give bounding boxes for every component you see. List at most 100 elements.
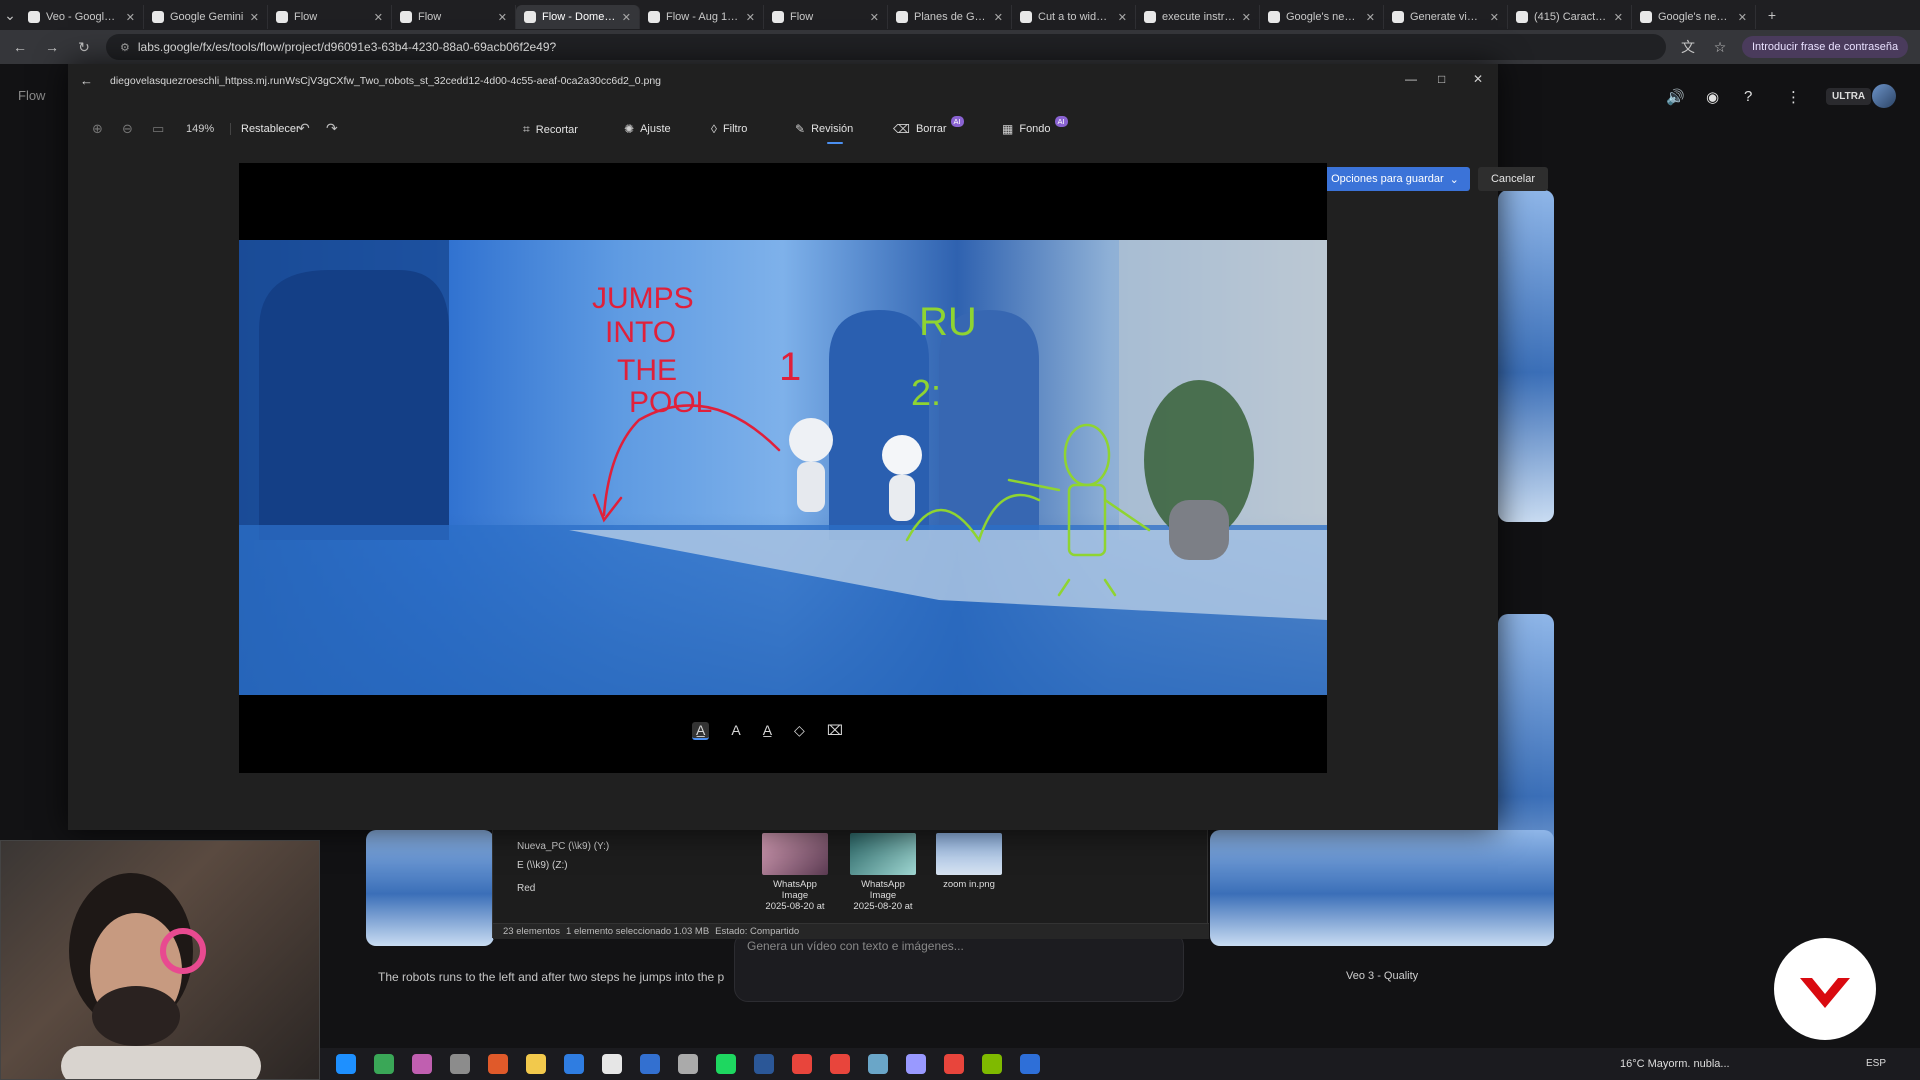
fit-view-icon[interactable]: ▭ [152,121,164,137]
highlighter-icon[interactable]: A̲ [763,722,772,740]
taskbar-app-icon[interactable] [678,1054,698,1074]
model-selector[interactable]: Veo 3 - Quality [1346,970,1418,982]
browser-tab[interactable]: Generate videos ✕ [1384,5,1508,29]
more-options-icon[interactable]: ⋮ [1786,88,1801,106]
browser-tab[interactable]: Google's new fea ✕ [1260,5,1384,29]
browser-tab[interactable]: (415) Característi ✕ [1508,5,1632,29]
file-item[interactable]: WhatsApp Image 2025-08-20 at [845,833,921,912]
close-icon[interactable]: ✕ [1473,72,1483,86]
taskbar-app-icon[interactable] [716,1054,736,1074]
maximize-icon[interactable]: □ [1438,72,1445,86]
browser-tab[interactable]: Flow - Domestik ✕ [516,5,640,29]
tab-close-icon[interactable]: ✕ [1366,11,1375,24]
taskbar-app-icon[interactable] [982,1054,1002,1074]
browser-tab[interactable]: Flow ✕ [764,5,888,29]
browser-tab[interactable]: Flow - Aug 12 - ✕ [640,5,764,29]
tab-close-icon[interactable]: ✕ [622,11,631,24]
url-field[interactable]: ⚙ labs.google/fx/es/tools/flow/project/d… [106,34,1666,60]
tab-close-icon[interactable]: ✕ [870,11,879,24]
zoom-level[interactable]: 149% [186,123,214,135]
taskbar-app-icon[interactable] [564,1054,584,1074]
zoom-out-icon[interactable]: ⊖ [122,121,133,137]
adjust-button[interactable]: ✺ Ajuste [624,122,671,136]
video-thumbnail[interactable] [366,830,494,946]
taskbar-app-icon[interactable] [1020,1054,1040,1074]
taskbar-app-icon[interactable] [792,1054,812,1074]
generate-prompt-box[interactable]: Genera un vídeo con texto e imágenes... [734,932,1184,1002]
redo-icon[interactable]: ↷ [326,120,338,137]
tab-close-icon[interactable]: ✕ [498,11,507,24]
taskbar-app-icon[interactable] [906,1054,926,1074]
taskbar-app-icon[interactable] [868,1054,888,1074]
cancel-button[interactable]: Cancelar [1478,167,1548,191]
help-icon[interactable]: ? [1744,88,1752,105]
drive-item[interactable]: Red [517,883,535,894]
reset-button[interactable]: Restablecer [230,123,300,135]
taskbar-app-icon[interactable] [944,1054,964,1074]
pencil-icon[interactable]: A [731,722,740,740]
video-thumbnail[interactable] [1498,190,1554,522]
app-brand[interactable]: Flow [18,88,45,103]
minimize-icon[interactable]: — [1405,72,1417,86]
clear-all-icon[interactable]: ⌧ [827,722,843,740]
undo-icon[interactable]: ↶ [298,120,310,137]
taskbar-app-icon[interactable] [374,1054,394,1074]
discord-icon[interactable]: ◉ [1706,88,1719,106]
file-item[interactable]: zoom in.png [931,833,1007,890]
tab-close-icon[interactable]: ✕ [1242,11,1251,24]
taskbar-app-icon[interactable] [412,1054,432,1074]
markup-button[interactable]: ✎ Revisión [795,122,853,136]
browser-tab[interactable]: Planes de Google ✕ [888,5,1012,29]
speaker-icon[interactable]: 🔊 [1666,88,1685,106]
avatar[interactable] [1872,84,1896,108]
tab-search-icon[interactable]: ⌄ [0,7,20,24]
zoom-in-icon[interactable]: ⊕ [92,121,103,137]
filter-button[interactable]: ◊ Filtro [711,122,747,136]
translate-icon[interactable]: 文 [1678,37,1698,57]
tab-close-icon[interactable]: ✕ [374,11,383,24]
tab-close-icon[interactable]: ✕ [1490,11,1499,24]
crop-button[interactable]: ⌗ Recortar [523,122,578,137]
erase-button[interactable]: ⌫ Borrar AI [893,115,964,136]
tab-close-icon[interactable]: ✕ [1118,11,1127,24]
browser-tab[interactable]: Flow ✕ [392,5,516,29]
taskbar-app-icon[interactable] [336,1054,356,1074]
drive-item[interactable]: E (\\k9) (Z:) [517,860,568,871]
new-tab-icon[interactable]: + [1762,7,1782,23]
taskbar-app-icon[interactable] [640,1054,660,1074]
tab-close-icon[interactable]: ✕ [126,11,135,24]
drive-item[interactable]: Nueva_PC (\\k9) (Y:) [517,841,609,852]
browser-tab[interactable]: Cut a to wide op ✕ [1012,5,1136,29]
browser-tab[interactable]: Google Gemini ✕ [144,5,268,29]
taskbar-app-icon[interactable] [754,1054,774,1074]
language-indicator[interactable]: ESP [1866,1058,1886,1069]
browser-tab[interactable]: execute instructi ✕ [1136,5,1260,29]
image-canvas[interactable]: JUMPS INTO THE POOL 1 RU 2: [239,163,1327,773]
ballpoint-pen-icon[interactable]: A̲ [692,722,710,740]
weather-widget[interactable]: 16°C Mayorm. nubla... [1620,1058,1730,1070]
forward-icon[interactable]: → [42,39,62,55]
reload-icon[interactable]: ↻ [74,39,94,56]
taskbar-app-icon[interactable] [830,1054,850,1074]
browser-tab[interactable]: Flow ✕ [268,5,392,29]
background-button[interactable]: ▦ Fondo AI [1002,115,1068,136]
tab-close-icon[interactable]: ✕ [1738,11,1747,24]
taskbar-app-icon[interactable] [450,1054,470,1074]
tab-close-icon[interactable]: ✕ [746,11,755,24]
back-icon[interactable]: ← [10,39,30,55]
tab-close-icon[interactable]: ✕ [250,11,259,24]
tab-close-icon[interactable]: ✕ [1614,11,1623,24]
browser-tab[interactable]: Google's new fea ✕ [1632,5,1756,29]
save-options-button[interactable]: Opciones para guardar ⌄ [1320,167,1470,191]
tab-close-icon[interactable]: ✕ [994,11,1003,24]
password-chip[interactable]: Introducir frase de contraseña [1742,36,1909,58]
eraser-icon[interactable]: ◇ [794,722,805,740]
taskbar-app-icon[interactable] [526,1054,546,1074]
site-info-icon[interactable]: ⚙ [120,41,130,54]
edited-image[interactable]: JUMPS INTO THE POOL 1 RU 2: [239,240,1327,695]
browser-tab[interactable]: Veo - Google De ✕ [20,5,144,29]
taskbar-app-icon[interactable] [602,1054,622,1074]
file-item[interactable]: WhatsApp Image 2025-08-20 at [757,833,833,912]
video-thumbnail[interactable] [1210,830,1554,946]
back-arrow-icon[interactable]: ← [80,73,93,88]
